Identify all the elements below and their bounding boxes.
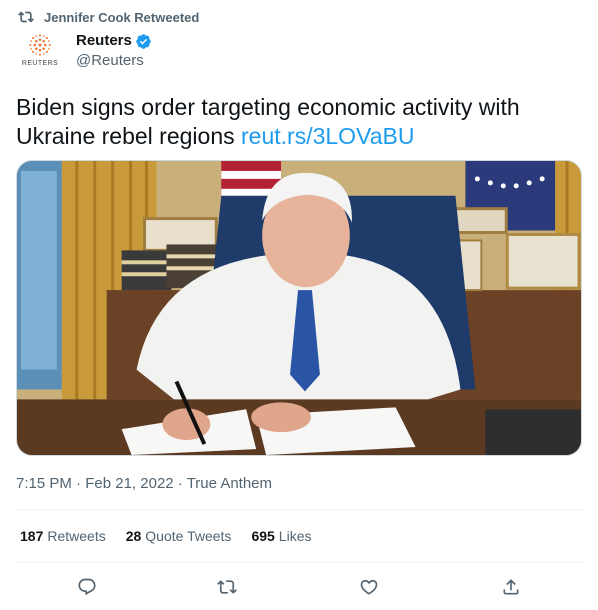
- tweet-source[interactable]: True Anthem: [187, 475, 272, 492]
- photo-image: [17, 161, 581, 455]
- retweets-label: Retweets: [47, 528, 106, 544]
- likes-label: Likes: [278, 528, 312, 544]
- meta-separator: ·: [71, 475, 86, 492]
- retweeted-by-text[interactable]: Jennifer Cook Retweeted: [44, 10, 199, 25]
- reply-button[interactable]: [74, 574, 100, 600]
- meta-separator: ·: [173, 475, 187, 492]
- quotes-count: 28: [125, 528, 142, 544]
- share-button[interactable]: [498, 574, 524, 600]
- retweets-stat[interactable]: 187 Retweets: [20, 528, 106, 544]
- like-button[interactable]: [356, 574, 382, 600]
- retweet-button[interactable]: [214, 574, 240, 600]
- author-display-name-row[interactable]: Reuters: [76, 32, 152, 50]
- logo-wordmark: REUTERS: [21, 60, 59, 67]
- like-icon: [360, 579, 378, 595]
- tweet-date[interactable]: Feb 21, 2022: [85, 475, 173, 492]
- tweet-meta: 7:15 PM · Feb 21, 2022 · True Anthem: [16, 475, 272, 492]
- retweet-header[interactable]: Jennifer Cook Retweeted: [18, 9, 199, 25]
- reuters-logo-icon: [29, 34, 51, 56]
- retweet-icon: [18, 9, 34, 25]
- avatar[interactable]: REUTERS: [18, 32, 62, 72]
- quotes-label: Quote Tweets: [145, 528, 232, 544]
- tweet-link[interactable]: reut.rs/3LOVaBU: [241, 123, 414, 149]
- retweets-count: 187: [20, 528, 44, 544]
- retweet-icon: [217, 580, 237, 594]
- verified-badge-icon: [135, 33, 152, 50]
- tweet-time[interactable]: 7:15 PM: [16, 475, 72, 492]
- quote-tweets-stat[interactable]: 28 Quote Tweets: [126, 528, 232, 544]
- tweet-author: REUTERS Reuters @Reuters: [18, 32, 152, 72]
- tweet-stats: 187 Retweets 28 Quote Tweets 695 Likes: [20, 528, 331, 544]
- tweet-text: Biden signs order targeting economic act…: [16, 93, 586, 151]
- share-icon: [503, 579, 519, 595]
- likes-stat[interactable]: 695 Likes: [251, 528, 311, 544]
- reply-icon: [78, 578, 96, 596]
- tweet-photo[interactable]: [16, 160, 582, 456]
- author-display-name[interactable]: Reuters: [76, 32, 132, 50]
- likes-count: 695: [251, 528, 275, 544]
- author-handle[interactable]: @Reuters: [76, 52, 152, 70]
- divider: [16, 562, 582, 563]
- divider: [16, 509, 582, 510]
- tweet-actions: [16, 574, 582, 600]
